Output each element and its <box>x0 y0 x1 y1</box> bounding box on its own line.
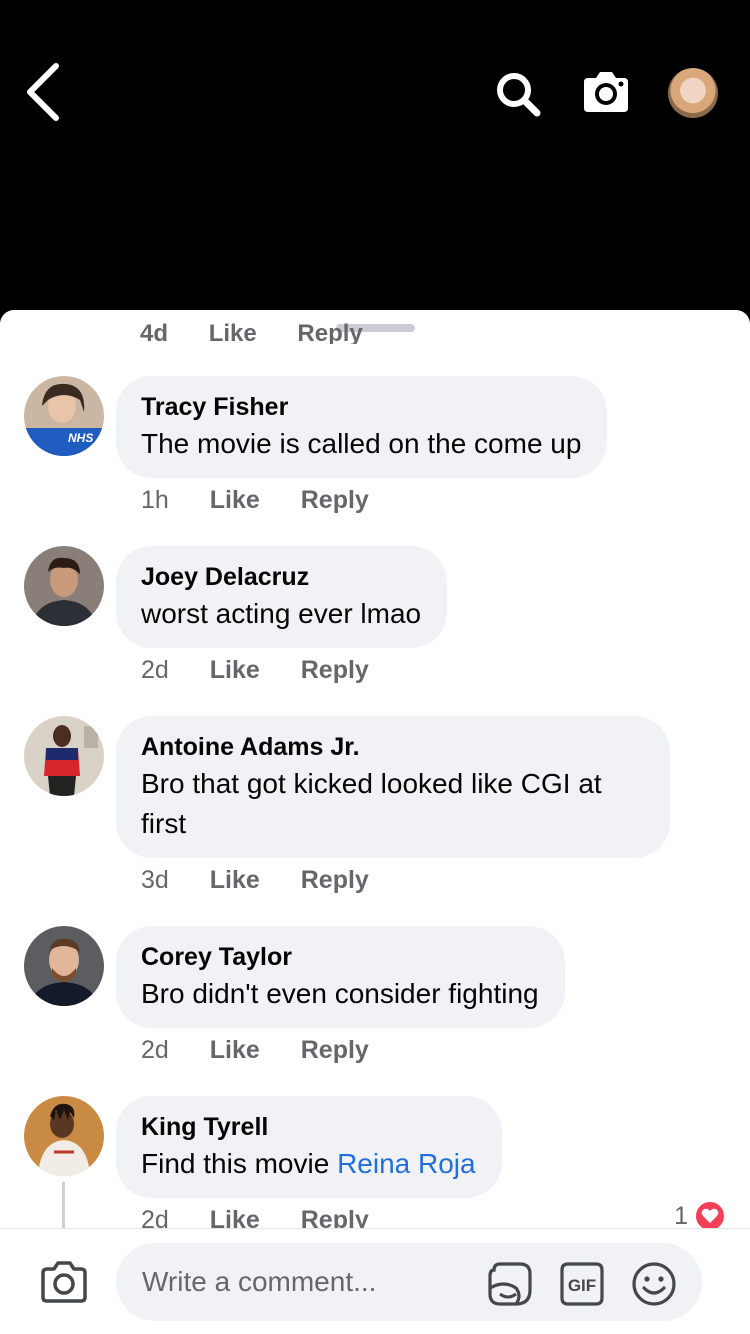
comment-text: worst acting ever lmao <box>141 598 422 629</box>
reply-button[interactable]: Reply <box>301 486 369 514</box>
avatar[interactable] <box>24 716 104 796</box>
comments-sheet: 4d Like Reply NHS Tracy Fisher The movie… <box>0 310 750 1334</box>
like-button[interactable]: Like <box>210 866 260 894</box>
comment-actions: 1h Like Reply <box>141 486 403 515</box>
comment-bubble[interactable]: King Tyrell Find this movie Reina Roja <box>116 1096 502 1198</box>
avatar[interactable] <box>24 926 104 1006</box>
comment-author[interactable]: Joey Delacruz <box>141 562 421 592</box>
profile-avatar[interactable] <box>668 68 718 118</box>
comment-input[interactable] <box>116 1243 702 1321</box>
reply-button[interactable]: Reply <box>301 1036 369 1064</box>
top-bar <box>0 0 750 310</box>
nhs-badge-text: NHS <box>68 431 93 445</box>
comment-time: 3d <box>141 866 169 894</box>
emoji-icon <box>632 1262 676 1306</box>
comment-time: 1h <box>141 486 169 514</box>
like-button[interactable]: Like <box>210 486 260 514</box>
comment-text: The movie is called on the come up <box>141 428 582 459</box>
avatar[interactable]: NHS <box>24 376 104 456</box>
comment-actions: 2d Like Reply <box>141 1036 403 1065</box>
like-button[interactable]: Like <box>209 320 257 344</box>
search-icon <box>497 73 541 117</box>
camera-icon <box>41 1261 87 1303</box>
comment-actions: 2d Like Reply <box>141 656 403 685</box>
camera-button[interactable] <box>580 68 632 116</box>
comment-time: 2d <box>141 656 169 684</box>
comment-actions: 3d Like Reply <box>141 866 403 895</box>
sticker-button[interactable] <box>486 1260 534 1308</box>
avatar[interactable] <box>24 1096 104 1176</box>
mention-link[interactable]: Reina Roja <box>337 1148 476 1179</box>
gif-icon: GIF <box>560 1262 604 1306</box>
gif-label: GIF <box>568 1276 596 1295</box>
reply-button[interactable]: Reply <box>301 866 369 894</box>
comment-time: 4d <box>140 320 169 344</box>
comment-bubble[interactable]: Joey Delacruz worst acting ever lmao <box>116 546 448 648</box>
comment-author[interactable]: Antoine Adams Jr. <box>141 732 644 762</box>
comment-bubble[interactable]: Antoine Adams Jr. Bro that got kicked lo… <box>116 716 670 858</box>
comment-text: Bro that got kicked looked like CGI at f… <box>141 768 602 839</box>
comment-author[interactable]: Tracy Fisher <box>141 392 581 422</box>
chevron-left-icon <box>27 63 59 121</box>
gif-button[interactable]: GIF <box>558 1260 606 1308</box>
sticker-icon <box>488 1262 532 1306</box>
avatar[interactable] <box>24 546 104 626</box>
comment-bubble[interactable]: Tracy Fisher The movie is called on the … <box>116 376 608 478</box>
comment-text: Find this movie Reina Roja <box>141 1144 476 1184</box>
composer-camera-button[interactable] <box>38 1259 90 1305</box>
reply-button[interactable]: Reply <box>297 320 362 344</box>
reply-button[interactable]: Reply <box>301 656 369 684</box>
comment-bubble[interactable]: Corey Taylor Bro didn't even consider fi… <box>116 926 565 1028</box>
previous-comment-actions: 4d Like Reply <box>140 310 397 344</box>
like-button[interactable]: Like <box>210 1036 260 1064</box>
camera-icon <box>584 72 628 112</box>
comment-author[interactable]: Corey Taylor <box>141 942 539 972</box>
like-button[interactable]: Like <box>210 656 260 684</box>
reaction-count: 1 <box>674 1201 688 1230</box>
back-button[interactable] <box>22 62 66 122</box>
comment-author[interactable]: King Tyrell <box>141 1112 476 1142</box>
comment-composer: GIF <box>0 1228 750 1334</box>
emoji-button[interactable] <box>630 1260 678 1308</box>
search-button[interactable] <box>494 70 542 118</box>
comment-time: 2d <box>141 1036 169 1064</box>
comment-text-body: Find this movie <box>141 1148 338 1179</box>
comment-text: Bro didn't even consider fighting <box>141 978 539 1009</box>
